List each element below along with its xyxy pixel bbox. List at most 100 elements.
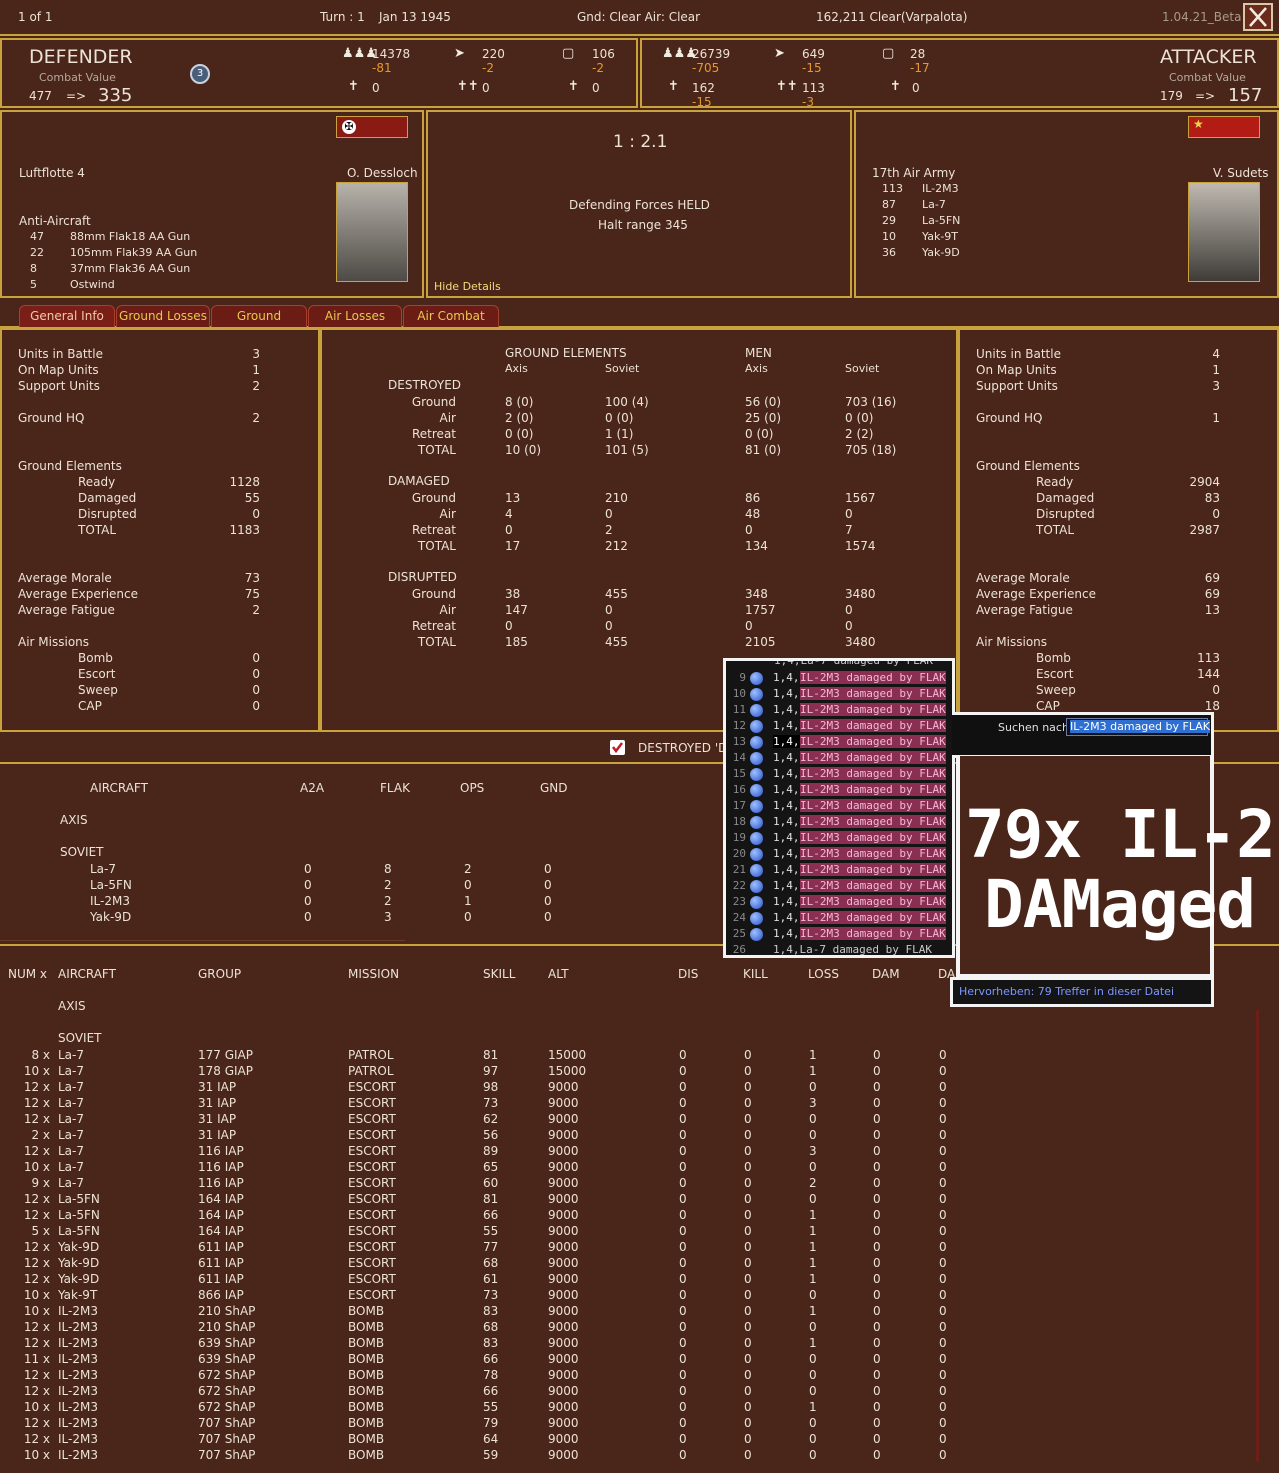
stat-label: Units in Battle [976, 347, 1061, 361]
cell: 0 (0) [605, 411, 634, 425]
bookmark-icon[interactable] [750, 832, 763, 845]
stat-cell: 0 [744, 1176, 752, 1190]
tab-air-losses[interactable]: Air Losses [308, 305, 402, 327]
mission-cell: PATROL [348, 1048, 394, 1062]
bookmark-icon[interactable] [750, 816, 763, 829]
line-prefix: 1,4, [773, 815, 800, 828]
loss-value: 0 [464, 878, 472, 892]
cell: 1757 [745, 603, 776, 617]
alt-cell: 9000 [548, 1368, 579, 1382]
stat-label: Ground HQ [976, 411, 1043, 425]
num-cell: 10 x [23, 1160, 50, 1174]
line-match: IL-2M3 damaged by FLAK [800, 783, 946, 796]
unit-count: 5 [30, 278, 37, 291]
unit-count: 22 [30, 246, 44, 259]
loss-value: 0 [304, 862, 312, 876]
scrollbar[interactable] [1256, 1010, 1259, 1462]
stat-cell: 0 [744, 1272, 752, 1286]
cell: 210 [605, 491, 628, 505]
line-match: IL-2M3 damaged by FLAK [800, 671, 946, 684]
search-input[interactable]: IL-2M3 damaged by FLAK [1066, 718, 1210, 736]
cell: 3480 [845, 587, 876, 601]
skill-cell: 62 [483, 1112, 499, 1126]
skill-cell: 66 [483, 1384, 499, 1398]
cell: 0 [745, 619, 753, 633]
defender-leader-portrait[interactable] [336, 182, 408, 282]
mission-cell: ESCORT [348, 1112, 396, 1126]
bookmark-icon[interactable] [750, 848, 763, 861]
loss-value: 0 [544, 910, 552, 924]
stat-value: 18 [1204, 699, 1220, 713]
unit-name: 88mm Flak18 AA Gun [70, 230, 191, 243]
attacker-cv-arrow: => [1195, 89, 1216, 103]
bookmark-icon[interactable] [750, 912, 763, 925]
cell: 86 [745, 491, 761, 505]
num-cell: 8 x [31, 1048, 50, 1062]
fighter-icon: ✝ [668, 79, 679, 94]
destroyed-label: DESTROYED 'DA [638, 741, 736, 755]
num-cell: 10 x [23, 1448, 50, 1462]
bookmark-icon[interactable] [750, 768, 763, 781]
stat-cell: 0 [679, 1240, 687, 1254]
bookmark-icon[interactable] [750, 752, 763, 765]
line-prefix: 1,4, [773, 751, 800, 764]
group-cell: 639 ShAP [198, 1336, 256, 1350]
stat-cell: 0 [679, 1352, 687, 1366]
bookmark-icon[interactable] [750, 720, 763, 733]
section-title: DISRUPTED [388, 570, 457, 584]
attacker-leader-portrait[interactable] [1188, 182, 1260, 282]
stat-value: 2 [252, 379, 260, 393]
aircraft-name: La-5FN [90, 878, 132, 892]
tab-general-info[interactable]: General Info [19, 305, 115, 327]
stat-cell: 0 [873, 1304, 881, 1318]
mission-cell: BOMB [348, 1320, 385, 1334]
bookmark-icon[interactable] [750, 784, 763, 797]
group-cell: 116 IAP [198, 1160, 244, 1174]
annotation-line1: 79x IL-2 [965, 796, 1276, 873]
destroyed-checkbox[interactable] [610, 740, 625, 755]
line-prefix: 1,4, [773, 927, 800, 940]
soviet-flag-icon: ★ [1188, 116, 1260, 138]
stat-label: TOTAL [1036, 523, 1075, 537]
aircraft-cell: La-7 [58, 1048, 85, 1062]
tab-air-combat[interactable]: Air Combat [403, 305, 499, 327]
stat-value: 83 [1204, 491, 1220, 505]
bookmark-icon[interactable] [750, 864, 763, 877]
unit-name: Yak-9D [922, 246, 960, 259]
bookmark-icon[interactable] [750, 688, 763, 701]
defender-group-label: Anti-Aircraft [19, 214, 91, 228]
stat-cell: 0 [744, 1112, 752, 1126]
bookmark-icon[interactable] [750, 672, 763, 685]
bookmark-icon[interactable] [750, 880, 763, 893]
alt-cell: 9000 [548, 1400, 579, 1414]
alt-cell: 9000 [548, 1384, 579, 1398]
line-prefix: 1,4, [773, 719, 800, 732]
stat-label: CAP [78, 699, 102, 713]
ge-header: GROUND ELEMENTS [505, 346, 627, 360]
num-cell: 10 x [23, 1064, 50, 1078]
hide-details-button[interactable]: Hide Details [434, 280, 501, 293]
bookmark-icon[interactable] [750, 800, 763, 813]
num-cell: 5 x [31, 1224, 50, 1238]
bookmark-icon[interactable] [750, 736, 763, 749]
bookmark-icon[interactable] [750, 704, 763, 717]
stat-cell: 0 [939, 1208, 947, 1222]
row-label: Ground [411, 395, 456, 409]
tab-ground-losses[interactable]: Ground Losses [116, 305, 210, 327]
alt-cell: 9000 [548, 1096, 579, 1110]
close-button[interactable] [1243, 3, 1273, 31]
cell: 17 [505, 539, 521, 553]
stat-value: 1 [252, 363, 260, 377]
bomber-icon: ✝✝ [776, 79, 798, 94]
skill-cell: 73 [483, 1288, 499, 1302]
defender-afv-delta: -2 [592, 61, 604, 75]
stat-cell: 0 [744, 1096, 752, 1110]
stat-cell: 0 [873, 1256, 881, 1270]
stat-cell: 0 [873, 1048, 881, 1062]
bookmark-icon[interactable] [750, 928, 763, 941]
num-cell: 12 x [23, 1320, 50, 1334]
bookmark-icon[interactable] [750, 896, 763, 909]
tab-ground-combat[interactable]: Ground Combat [211, 305, 307, 344]
attacker-guns: 649 [802, 47, 825, 61]
column-header: AIRCRAFT [90, 781, 148, 795]
